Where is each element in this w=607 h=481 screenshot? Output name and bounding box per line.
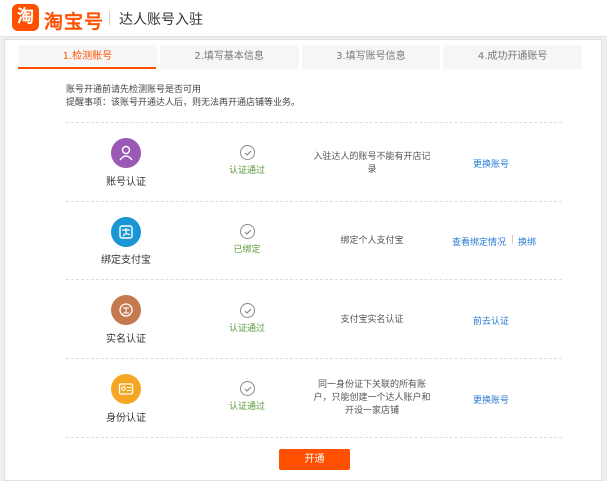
intro-line-1: 账号开通前请先检测账号是否可用 — [66, 85, 202, 95]
status-text: 认证通过 — [228, 402, 265, 412]
step-3: 3.填写账号信息 — [301, 45, 441, 69]
check-row-identity: 身份认证 认证通过 同一身份证下关联的所有账 户，只能创建一个达人账户和 开设一… — [66, 359, 562, 438]
step-1: 1.检测账号 — [18, 45, 157, 69]
check-icon — [240, 145, 255, 160]
desc-line: 绑定个人支付宝 — [340, 236, 404, 246]
desc-line: 支付宝实名认证 — [340, 315, 404, 325]
header-divider — [109, 11, 110, 25]
row-label: 账号认证 — [106, 177, 146, 188]
desc-line: 录 — [367, 165, 377, 175]
check-row-alipay: 绑定支付宝 已绑定 绑定个人支付宝 查看绑定情况 | 换绑 — [66, 201, 562, 280]
desc-line: 同一身份证下关联的所有账 — [317, 380, 426, 390]
active-step-indicator — [18, 67, 156, 69]
check-row-account: 账号认证 认证通过 入驻达人的账号不能有开店记 录 更换账号 — [66, 122, 562, 202]
rebind-link[interactable]: 换绑 — [518, 235, 536, 248]
open-account-button[interactable]: 开通 — [279, 449, 350, 470]
row-label: 身份认证 — [106, 413, 146, 424]
step-2: 2.填写基本信息 — [159, 45, 299, 69]
row-description: 绑定个人支付宝 — [312, 235, 432, 248]
row-description: 支付宝实名认证 — [312, 314, 432, 327]
status-text: 认证通过 — [228, 166, 265, 176]
realname-icon — [111, 295, 141, 325]
logo-icon: 淘 — [12, 4, 39, 31]
logo-text: 淘宝号 — [44, 11, 105, 33]
step-progress: 1.检测账号 2.填写基本信息 3.填写账号信息 4.成功开通账号 — [18, 45, 582, 69]
row-label: 绑定支付宝 — [101, 255, 151, 266]
page-title: 达人账号入驻 — [119, 12, 203, 28]
person-icon — [111, 138, 141, 168]
check-icon — [240, 303, 255, 318]
intro-text: 账号开通前请先检测账号是否可用 提醒事项：该账号开通达人后，则无法再开通店铺等业… — [66, 84, 300, 110]
row-description: 同一身份证下关联的所有账 户，只能创建一个达人账户和 开设一家店铺 — [302, 379, 442, 418]
status-text: 认证通过 — [228, 324, 265, 334]
alipay-icon — [111, 217, 141, 247]
status-text: 已绑定 — [233, 245, 261, 255]
change-account-link[interactable]: 更换账号 — [473, 393, 509, 406]
view-binding-link[interactable]: 查看绑定情况 — [452, 235, 506, 248]
top-header: 淘 淘宝号 达人账号入驻 — [0, 0, 607, 37]
go-verify-link[interactable]: 前去认证 — [473, 314, 509, 327]
check-icon — [240, 224, 255, 239]
intro-line-2: 提醒事项：该账号开通达人后，则无法再开通店铺等业务。 — [66, 98, 301, 108]
desc-line: 户，只能创建一个达人账户和 — [313, 393, 431, 403]
id-card-icon — [111, 374, 141, 404]
check-row-realname: 实名认证 认证通过 支付宝实名认证 前去认证 — [66, 280, 562, 359]
step-4: 4.成功开通账号 — [443, 45, 582, 69]
action-divider: | — [511, 235, 515, 245]
row-label: 实名认证 — [106, 334, 146, 345]
row-description: 入驻达人的账号不能有开店记 录 — [312, 151, 432, 177]
desc-line: 入驻达人的账号不能有开店记 — [313, 152, 431, 162]
check-icon — [240, 381, 255, 396]
change-account-link[interactable]: 更换账号 — [473, 157, 509, 170]
desc-line: 开设一家店铺 — [344, 406, 399, 416]
